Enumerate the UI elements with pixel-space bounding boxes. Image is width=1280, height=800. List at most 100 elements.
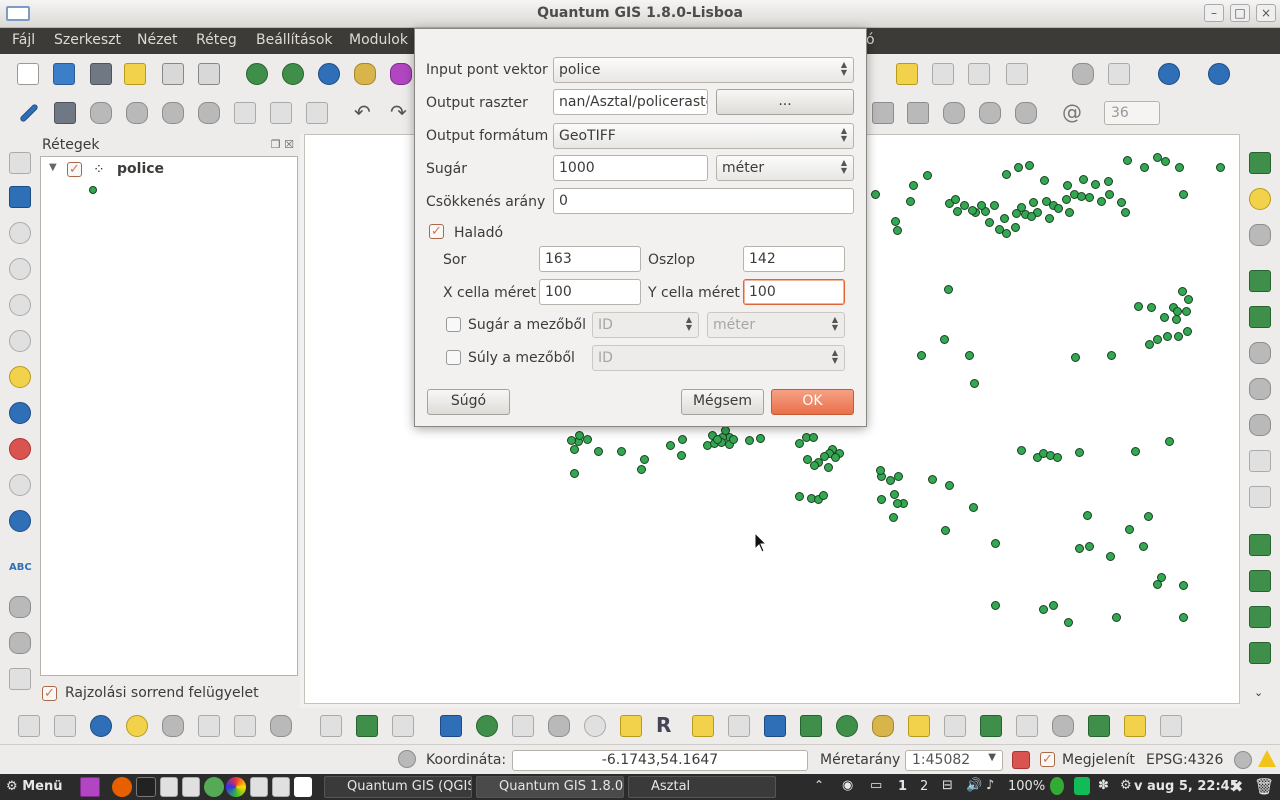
shutdown-icon[interactable]: ✖ — [1230, 777, 1243, 796]
copy-icon[interactable] — [270, 102, 292, 124]
menu-plugins[interactable]: Modulok — [349, 32, 408, 48]
add-feature-icon[interactable] — [90, 102, 112, 124]
globe-icon[interactable] — [90, 715, 112, 737]
camera-tray-icon[interactable]: ◉ — [842, 778, 853, 793]
pan-icon[interactable] — [9, 152, 31, 174]
chevron-up-icon[interactable]: ⌃ — [814, 778, 824, 792]
plugin-7-icon[interactable] — [320, 715, 342, 737]
refresh-icon[interactable] — [9, 510, 31, 532]
y-cell-size-field[interactable]: 100 — [743, 279, 845, 305]
r-icon[interactable]: R — [656, 713, 678, 737]
firefox-icon[interactable] — [112, 777, 132, 797]
home-alt-icon[interactable] — [968, 63, 990, 85]
zoom-layer-icon[interactable] — [9, 402, 31, 424]
ring-tool-icon[interactable] — [1015, 102, 1037, 124]
menu-file[interactable]: Fájl — [12, 32, 35, 48]
zoom-full-icon[interactable] — [9, 330, 31, 352]
columns-field[interactable]: 142 — [743, 246, 845, 272]
workspace-1[interactable]: 1 — [898, 779, 907, 794]
output-raster-field[interactable]: nan/Asztal/policeraster — [553, 89, 708, 115]
plugin-1-icon[interactable] — [18, 715, 40, 737]
zoom-out-icon[interactable] — [9, 258, 31, 280]
add-layer-icon[interactable] — [1249, 152, 1271, 174]
map-edit-icon[interactable] — [1249, 606, 1271, 628]
launcher-3-icon[interactable] — [294, 777, 312, 797]
feather-icon[interactable] — [1072, 63, 1094, 85]
decay-ratio-field[interactable]: 0 — [553, 188, 854, 214]
volume-icon-2[interactable]: ♪ — [986, 778, 994, 793]
open-project-icon[interactable] — [53, 63, 75, 85]
projection-icon[interactable] — [1234, 751, 1252, 769]
terminal-icon[interactable] — [136, 777, 156, 797]
network-icon[interactable]: ▭ — [870, 778, 882, 793]
close-button[interactable]: × — [1256, 4, 1276, 22]
plugin-9-icon[interactable] — [440, 715, 462, 737]
plugin-12-icon[interactable] — [692, 715, 714, 737]
plugin-11-icon[interactable] — [620, 715, 642, 737]
radius-unit-combo[interactable]: méter ▲ ▼ — [716, 155, 854, 181]
map-remove-icon[interactable] — [1249, 642, 1271, 664]
menu-edit[interactable]: Szerkeszt — [54, 32, 121, 48]
output-format-combo[interactable]: GeoTIFF ▲ ▼ — [553, 123, 854, 149]
map-add-icon[interactable] — [1249, 534, 1271, 556]
node-tool-icon[interactable] — [162, 102, 184, 124]
plugin-17-icon[interactable] — [872, 715, 894, 737]
launcher-1-icon[interactable] — [80, 777, 100, 797]
save-edits-icon[interactable] — [54, 102, 76, 124]
plugin-23-icon[interactable] — [1124, 715, 1146, 737]
show-labels-icon[interactable] — [9, 632, 31, 654]
chrome-icon[interactable] — [226, 777, 246, 797]
plugin-16-icon[interactable] — [836, 715, 858, 737]
layer-visibility-checkbox[interactable]: ✓ — [67, 162, 82, 177]
add-spatialite-layer-icon[interactable] — [354, 63, 376, 85]
zoom-next-icon[interactable] — [9, 474, 31, 496]
weight-from-field-checkbox[interactable] — [446, 350, 461, 365]
save-project-icon[interactable] — [90, 63, 112, 85]
favorite-icon[interactable] — [1249, 188, 1271, 210]
new-project-icon[interactable] — [17, 63, 39, 85]
minimize-button[interactable]: – — [1204, 4, 1224, 22]
files-icon[interactable] — [160, 777, 178, 797]
plugin-5-icon[interactable] — [234, 715, 256, 737]
toggle-edit-icon[interactable] — [19, 103, 39, 123]
plugin-10-icon[interactable] — [512, 715, 534, 737]
radius-field[interactable]: 1000 — [553, 155, 708, 181]
tools-icon[interactable] — [1249, 414, 1271, 436]
add-raster-layer-icon[interactable] — [282, 63, 304, 85]
plugin-6-icon[interactable] — [270, 715, 292, 737]
tray-blue-icon[interactable]: ✽ — [1098, 778, 1109, 793]
input-layer-combo[interactable]: police ▲ ▼ — [553, 57, 854, 83]
add-vector-layer-icon[interactable] — [246, 63, 268, 85]
wfs-icon[interactable] — [1249, 378, 1271, 400]
osm-icon[interactable] — [1208, 63, 1230, 85]
launcher-2-icon[interactable] — [250, 777, 268, 797]
menu-layer[interactable]: Réteg — [196, 32, 237, 48]
task-desktop[interactable]: Asztal — [628, 776, 776, 798]
tray-settings-icon[interactable]: ⚙ — [1120, 778, 1132, 793]
merge-icon[interactable] — [1249, 486, 1271, 508]
text-annotation-icon[interactable] — [1006, 63, 1028, 85]
layer-name[interactable]: police — [117, 161, 164, 177]
cancel-button[interactable]: Mégsem — [681, 389, 764, 415]
tray-battery-icon[interactable] — [1074, 777, 1090, 795]
expand-arrow-icon[interactable]: ▼ — [49, 162, 57, 173]
pin-labels-icon[interactable] — [9, 596, 31, 618]
ok-button[interactable]: OK — [771, 389, 854, 415]
move-label-icon[interactable] — [9, 668, 31, 690]
delete-selected-icon[interactable] — [198, 102, 220, 124]
redo-icon[interactable]: ↷ — [390, 102, 412, 124]
panel-dock-controls[interactable]: ❐ ☒ — [271, 138, 294, 151]
annotation-icon[interactable] — [896, 63, 918, 85]
plugin-19-icon[interactable] — [980, 715, 1002, 737]
maximize-button[interactable]: □ — [1230, 4, 1250, 22]
weight-field-combo[interactable]: ID ▲ ▼ — [592, 345, 845, 371]
plugin-4-icon[interactable] — [162, 715, 184, 737]
warning-icon[interactable] — [1258, 750, 1276, 767]
digitize-tool2-icon[interactable] — [907, 102, 929, 124]
app-icon[interactable] — [204, 777, 224, 797]
undo-icon[interactable]: ↶ — [354, 102, 376, 124]
home-icon[interactable] — [932, 63, 954, 85]
volume-icon[interactable]: 🔊 — [966, 778, 982, 793]
display-icon[interactable]: ⊟ — [942, 778, 953, 793]
plugin-15-icon[interactable] — [800, 715, 822, 737]
